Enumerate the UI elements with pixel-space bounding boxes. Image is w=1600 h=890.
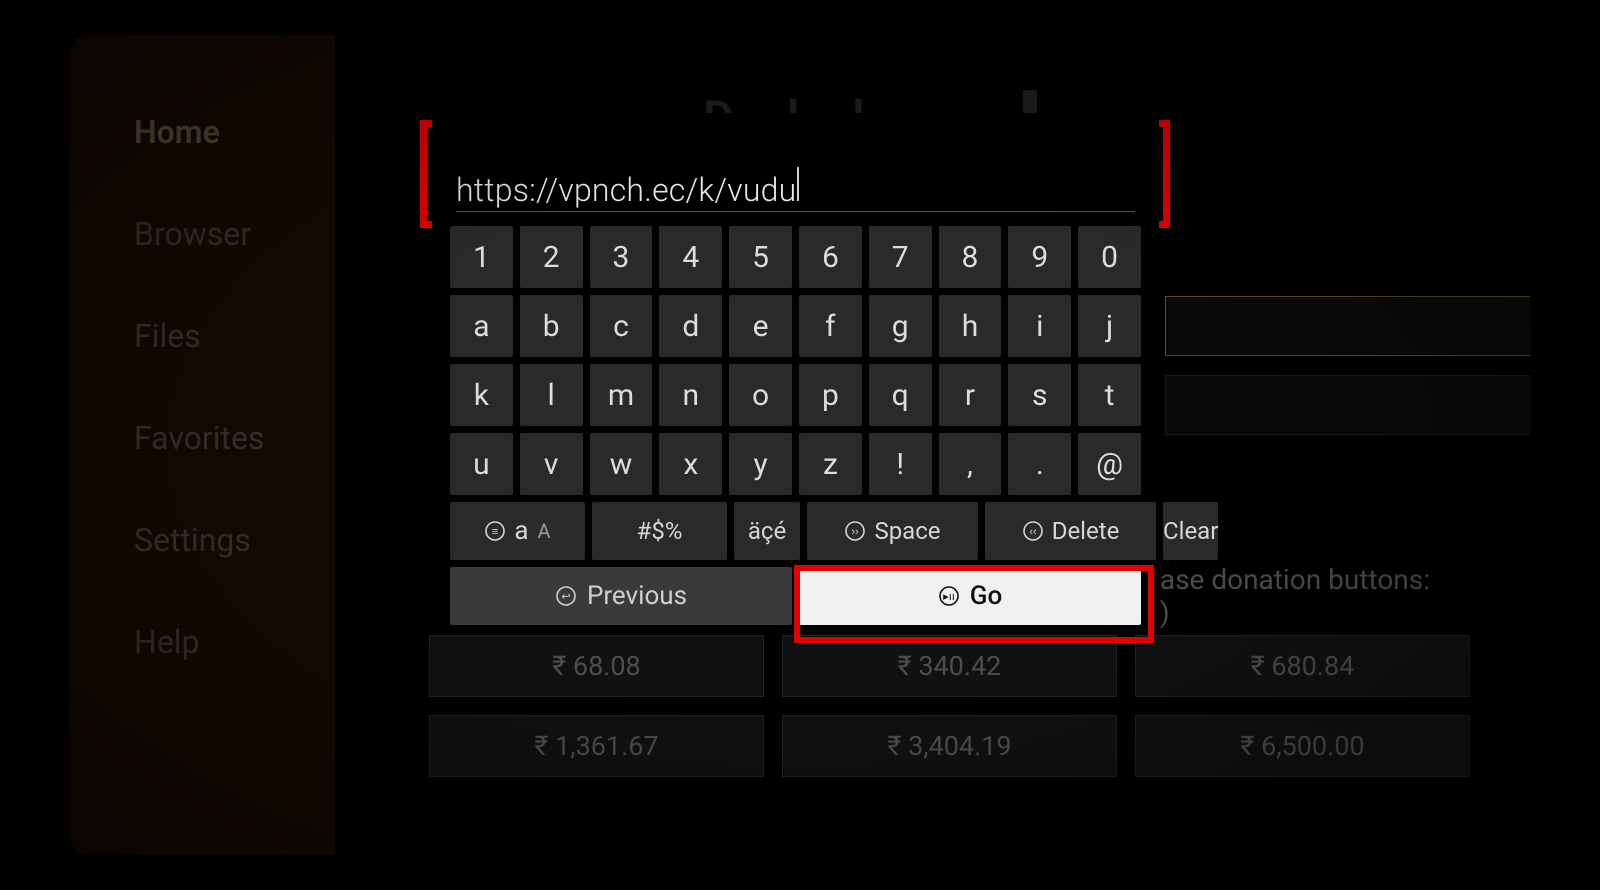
keyboard-grid: 1 2 3 4 5 6 7 8 9 0 a b c d e f g h i j … [432, 216, 1159, 495]
key-e[interactable]: e [729, 295, 792, 357]
key-q[interactable]: q [869, 364, 932, 426]
menu-circle-icon: ≡ [484, 520, 506, 542]
key-w[interactable]: w [590, 433, 653, 495]
key-delete[interactable]: ‹‹ Delete [985, 502, 1156, 560]
url-input-value: https://vpnch.ec/k/vudu [456, 171, 796, 209]
bg-url-input-outline [1165, 296, 1530, 356]
key-clear[interactable]: Clear [1163, 502, 1218, 560]
key-g[interactable]: g [869, 295, 932, 357]
previous-button[interactable]: ↩ Previous [450, 567, 792, 625]
donation-buttons-grid: ₹ 68.08 ₹ 340.42 ₹ 680.84 ₹ 1,361.67 ₹ 3… [429, 635, 1470, 777]
key-6[interactable]: 6 [799, 226, 862, 288]
sidebar: Home Browser Files Favorites Settings He… [70, 35, 335, 855]
donation-button[interactable]: ₹ 1,361.67 [429, 715, 764, 777]
key-p[interactable]: p [799, 364, 862, 426]
key-symbols[interactable]: #$% [592, 502, 727, 560]
key-k[interactable]: k [450, 364, 513, 426]
key-s[interactable]: s [1008, 364, 1071, 426]
key-accents[interactable]: äçé [734, 502, 800, 560]
svg-text:↩: ↩ [561, 591, 570, 603]
keyboard-function-row: ≡ aA #$% äçé ›› Space ‹‹ Delete Clear [432, 495, 1159, 560]
key-r[interactable]: r [939, 364, 1002, 426]
key-5[interactable]: 5 [729, 226, 792, 288]
key-at[interactable]: @ [1078, 433, 1141, 495]
key-j[interactable]: j [1078, 295, 1141, 357]
key-z[interactable]: z [799, 433, 862, 495]
key-4[interactable]: 4 [659, 226, 722, 288]
rewind-circle-icon: ‹‹ [1022, 520, 1044, 542]
key-1[interactable]: 1 [450, 226, 513, 288]
sidebar-item-home[interactable]: Home [134, 113, 335, 151]
text-caret [797, 167, 799, 201]
sidebar-item-settings[interactable]: Settings [134, 521, 335, 559]
key-exclaim[interactable]: ! [869, 433, 932, 495]
key-l[interactable]: l [520, 364, 583, 426]
key-v[interactable]: v [520, 433, 583, 495]
key-c[interactable]: c [590, 295, 653, 357]
key-8[interactable]: 8 [939, 226, 1002, 288]
key-n[interactable]: n [659, 364, 722, 426]
keyboard-nav-row: ↩ Previous ▸ıı Go [432, 560, 1159, 625]
bg-secondary-input-outline [1165, 375, 1530, 435]
fast-forward-circle-icon: ›› [844, 520, 866, 542]
key-i[interactable]: i [1008, 295, 1071, 357]
donation-button[interactable]: ₹ 340.42 [782, 635, 1117, 697]
key-x[interactable]: x [659, 433, 722, 495]
url-field-container: https://vpnch.ec/k/vudu [432, 113, 1159, 216]
onscreen-keyboard-modal: https://vpnch.ec/k/vudu 1 2 3 4 5 6 7 8 … [432, 113, 1159, 635]
key-7[interactable]: 7 [869, 226, 932, 288]
svg-text:▸ıı: ▸ıı [943, 591, 955, 603]
key-period[interactable]: . [1008, 433, 1071, 495]
key-comma[interactable]: , [939, 433, 1002, 495]
key-m[interactable]: m [590, 364, 653, 426]
key-9[interactable]: 9 [1008, 226, 1071, 288]
play-pause-circle-icon: ▸ıı [938, 585, 960, 607]
sidebar-item-favorites[interactable]: Favorites [134, 419, 335, 457]
key-f[interactable]: f [799, 295, 862, 357]
donation-button[interactable]: ₹ 680.84 [1135, 635, 1470, 697]
sidebar-item-help[interactable]: Help [134, 623, 335, 661]
key-shift-case[interactable]: ≡ aA [450, 502, 585, 560]
key-space[interactable]: ›› Space [807, 502, 978, 560]
key-o[interactable]: o [729, 364, 792, 426]
donation-button[interactable]: ₹ 68.08 [429, 635, 764, 697]
donation-button[interactable]: ₹ 6,500.00 [1135, 715, 1470, 777]
svg-text:‹‹: ‹‹ [1029, 526, 1037, 538]
donation-button[interactable]: ₹ 3,404.19 [782, 715, 1117, 777]
donation-hint-text: ase donation buttons: ) [1160, 563, 1430, 629]
key-0[interactable]: 0 [1078, 226, 1141, 288]
key-y[interactable]: y [729, 433, 792, 495]
sidebar-item-files[interactable]: Files [134, 317, 335, 355]
url-input[interactable]: https://vpnch.ec/k/vudu [456, 167, 1135, 212]
key-3[interactable]: 3 [590, 226, 653, 288]
back-circle-icon: ↩ [555, 585, 577, 607]
key-2[interactable]: 2 [520, 226, 583, 288]
svg-text:≡: ≡ [492, 526, 498, 538]
screen: Home Browser Files Favorites Settings He… [70, 35, 1530, 855]
key-u[interactable]: u [450, 433, 513, 495]
key-t[interactable]: t [1078, 364, 1141, 426]
sidebar-item-browser[interactable]: Browser [134, 215, 335, 253]
go-button[interactable]: ▸ıı Go [799, 567, 1141, 625]
key-d[interactable]: d [659, 295, 722, 357]
svg-text:››: ›› [852, 526, 860, 538]
key-a[interactable]: a [450, 295, 513, 357]
key-b[interactable]: b [520, 295, 583, 357]
key-h[interactable]: h [939, 295, 1002, 357]
